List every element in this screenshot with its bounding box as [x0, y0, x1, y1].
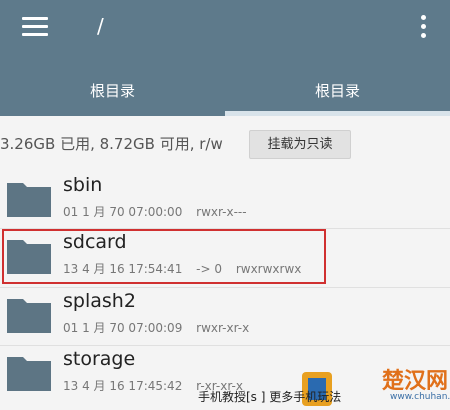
highlight-box	[2, 229, 326, 284]
watermark-text: 手机教授[s ] 更多手机玩法	[198, 390, 342, 404]
folder-icon	[7, 183, 51, 217]
mount-read-only-button[interactable]: 挂载为只读	[249, 130, 351, 159]
file-row-splash2[interactable]: splash2 01 1 月 70 07:00:09 rwxr-xr-x	[0, 288, 450, 344]
folder-icon	[7, 299, 51, 333]
storage-status-bar: 3.26GB 已用, 8.72GB 可用, r/w 挂载为只读	[0, 130, 450, 159]
file-perms: rwxr-xr-x	[196, 321, 250, 335]
watermark-logo: 楚汉网	[382, 369, 449, 394]
watermark-url: www.chuhan.com	[390, 392, 450, 402]
menu-icon[interactable]	[22, 17, 48, 37]
more-options-icon[interactable]	[421, 15, 427, 41]
folder-icon	[7, 357, 51, 391]
file-meta: 01 1 月 70 07:00:00 rwxr-x---	[63, 203, 257, 220]
file-date: 01 1 月 70 07:00:09	[63, 321, 183, 335]
active-tab-indicator	[225, 111, 450, 116]
file-name: sbin	[63, 174, 103, 196]
toolbar: / 根目录 根目录	[0, 0, 450, 116]
tab-root-right[interactable]: 根目录	[225, 80, 450, 101]
file-perms: rwxr-x---	[196, 205, 247, 219]
file-name: splash2	[63, 290, 136, 312]
current-path: /	[97, 14, 104, 38]
file-row-sbin[interactable]: sbin 01 1 月 70 07:00:00 rwxr-x---	[0, 172, 450, 228]
file-meta: 01 1 月 70 07:00:09 rwxr-xr-x	[63, 319, 259, 336]
file-date: 13 4 月 16 17:45:42	[63, 379, 183, 393]
file-date: 01 1 月 70 07:00:00	[63, 205, 183, 219]
storage-usage-text: 3.26GB 已用, 8.72GB 可用, r/w	[0, 135, 223, 153]
tab-root-left[interactable]: 根目录	[0, 80, 225, 101]
file-name: storage	[63, 348, 136, 370]
